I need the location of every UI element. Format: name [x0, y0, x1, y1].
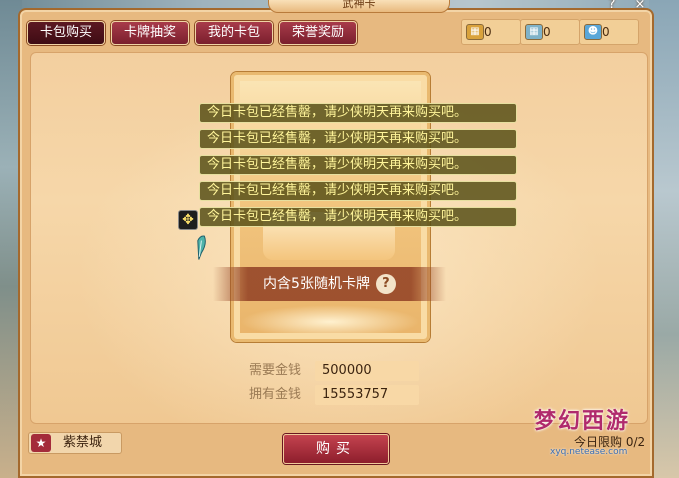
sold-out-message: 今日卡包已经售罄，请少侠明天再来购买吧。	[199, 181, 517, 201]
game-logo: 梦幻西游 今日限购 0/2 xyq.netease.com	[534, 395, 664, 465]
owned-money-value: 15553757	[315, 385, 419, 405]
tab-card-lottery[interactable]: 卡牌抽奖	[111, 21, 189, 45]
buy-button[interactable]: 购买	[283, 434, 389, 464]
tab-my-card-pack[interactable]: 我的卡包	[195, 21, 273, 45]
move-cursor-icon: ✥	[178, 210, 198, 230]
blue-card-icon: ☻	[584, 24, 602, 40]
sold-out-message: 今日卡包已经售罄，请少侠明天再来购买吧。	[199, 129, 517, 149]
currency-gold-card: ▦ 0	[461, 19, 521, 45]
owned-money-row: 拥有金钱 15553757	[249, 385, 419, 405]
close-icon[interactable]: ×	[632, 0, 648, 12]
question-icon[interactable]: ?	[375, 274, 396, 294]
window-title-tab: 武神卡	[268, 0, 450, 13]
card-pack-banner: 内含5张随机卡牌?	[213, 267, 446, 301]
sold-out-message: 今日卡包已经售罄，请少侠明天再来购买吧。	[199, 103, 517, 123]
window-title: 武神卡	[342, 0, 376, 10]
owned-money-label: 拥有金钱	[249, 387, 302, 402]
game-logo-artwork: 梦幻西游	[534, 408, 631, 434]
location-name: 紫禁城	[63, 435, 103, 450]
site-url: xyq.netease.com	[550, 447, 628, 457]
card-pack-banner-text: 内含5张随机卡牌	[263, 276, 370, 292]
help-icon[interactable]: ?	[604, 0, 620, 12]
currency-silver-value: 0	[543, 25, 551, 39]
sold-out-message: 今日卡包已经售罄，请少侠明天再来购买吧。	[199, 155, 517, 175]
tab-card-pack-purchase[interactable]: 卡包购买	[27, 21, 105, 45]
required-money-label: 需要金钱	[249, 363, 302, 378]
currency-blue-value: 0	[602, 25, 610, 39]
star-icon: ★	[31, 434, 51, 452]
gold-card-icon: ▦	[466, 24, 484, 40]
sold-out-message: 今日卡包已经售罄，请少侠明天再来购买吧。	[199, 207, 517, 227]
required-money-value: 500000	[315, 361, 419, 381]
currency-gold-value: 0	[484, 25, 492, 39]
required-money-row: 需要金钱 500000	[249, 361, 419, 381]
currency-silver-card: ▦ 0	[520, 19, 580, 45]
card-bottom-ornament	[240, 305, 420, 333]
silver-card-icon: ▦	[525, 24, 543, 40]
currency-blue-card: ☻ 0	[579, 19, 639, 45]
tab-honor-reward[interactable]: 荣誉奖励	[279, 21, 357, 45]
location-badge[interactable]: ★ 紫禁城	[28, 432, 122, 454]
